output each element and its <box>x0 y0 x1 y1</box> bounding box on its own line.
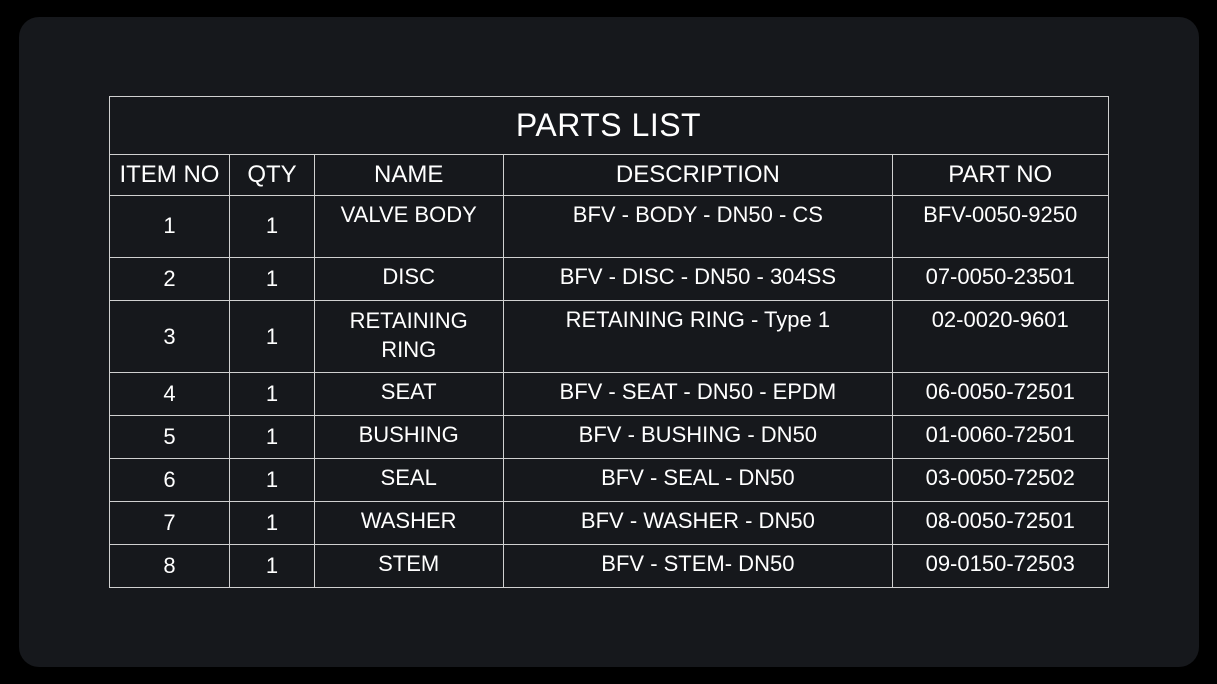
table-row: 81STEMBFV - STEM- DN5009-0150-72503 <box>109 545 1108 588</box>
cell-qty: 1 <box>230 545 314 588</box>
cell-part-no: 08-0050-72501 <box>892 502 1108 545</box>
cell-item-no: 5 <box>109 416 230 459</box>
cell-qty: 1 <box>230 195 314 257</box>
cell-item-no: 7 <box>109 502 230 545</box>
table-row: 31RETAINING RINGRETAINING RING - Type 10… <box>109 300 1108 372</box>
document-panel: PARTS LIST ITEM NO QTY NAME DESCRIPTION … <box>19 17 1199 667</box>
table-row: 21DISCBFV - DISC - DN50 - 304SS07-0050-2… <box>109 257 1108 300</box>
cell-part-no: 06-0050-72501 <box>892 373 1108 416</box>
cell-qty: 1 <box>230 502 314 545</box>
header-qty: QTY <box>230 154 314 195</box>
cell-name: SEAT <box>314 373 503 416</box>
header-part-no: PART NO <box>892 154 1108 195</box>
cell-qty: 1 <box>230 459 314 502</box>
cell-item-no: 8 <box>109 545 230 588</box>
cell-qty: 1 <box>230 300 314 372</box>
cell-description: BFV - STEM- DN50 <box>503 545 892 588</box>
cell-qty: 1 <box>230 416 314 459</box>
cell-part-no: 09-0150-72503 <box>892 545 1108 588</box>
cell-qty: 1 <box>230 373 314 416</box>
cell-name: RETAINING RING <box>314 300 503 372</box>
cell-item-no: 4 <box>109 373 230 416</box>
table-row: 61SEALBFV - SEAL - DN5003-0050-72502 <box>109 459 1108 502</box>
table-row: 11VALVE BODYBFV - BODY - DN50 - CSBFV-00… <box>109 195 1108 257</box>
cell-name: STEM <box>314 545 503 588</box>
cell-description: BFV - SEAL - DN50 <box>503 459 892 502</box>
cell-part-no: 01-0060-72501 <box>892 416 1108 459</box>
cell-description: BFV - DISC - DN50 - 304SS <box>503 257 892 300</box>
cell-item-no: 1 <box>109 195 230 257</box>
cell-part-no: BFV-0050-9250 <box>892 195 1108 257</box>
cell-description: BFV - BUSHING - DN50 <box>503 416 892 459</box>
cell-name: BUSHING <box>314 416 503 459</box>
cell-qty: 1 <box>230 257 314 300</box>
header-name: NAME <box>314 154 503 195</box>
cell-name: DISC <box>314 257 503 300</box>
table-row: 41SEATBFV - SEAT - DN50 - EPDM06-0050-72… <box>109 373 1108 416</box>
cell-item-no: 2 <box>109 257 230 300</box>
cell-description: BFV - BODY - DN50 - CS <box>503 195 892 257</box>
cell-part-no: 07-0050-23501 <box>892 257 1108 300</box>
parts-list-table: PARTS LIST ITEM NO QTY NAME DESCRIPTION … <box>109 96 1109 588</box>
cell-name: WASHER <box>314 502 503 545</box>
cell-description: BFV - SEAT - DN50 - EPDM <box>503 373 892 416</box>
cell-description: BFV - WASHER - DN50 <box>503 502 892 545</box>
cell-part-no: 02-0020-9601 <box>892 300 1108 372</box>
cell-part-no: 03-0050-72502 <box>892 459 1108 502</box>
cell-item-no: 3 <box>109 300 230 372</box>
cell-item-no: 6 <box>109 459 230 502</box>
cell-name: VALVE BODY <box>314 195 503 257</box>
cell-description: RETAINING RING - Type 1 <box>503 300 892 372</box>
table-title: PARTS LIST <box>109 96 1108 154</box>
header-description: DESCRIPTION <box>503 154 892 195</box>
header-item-no: ITEM NO <box>109 154 230 195</box>
table-row: 51BUSHINGBFV - BUSHING - DN5001-0060-725… <box>109 416 1108 459</box>
cell-name: SEAL <box>314 459 503 502</box>
table-row: 71WASHERBFV - WASHER - DN5008-0050-72501 <box>109 502 1108 545</box>
